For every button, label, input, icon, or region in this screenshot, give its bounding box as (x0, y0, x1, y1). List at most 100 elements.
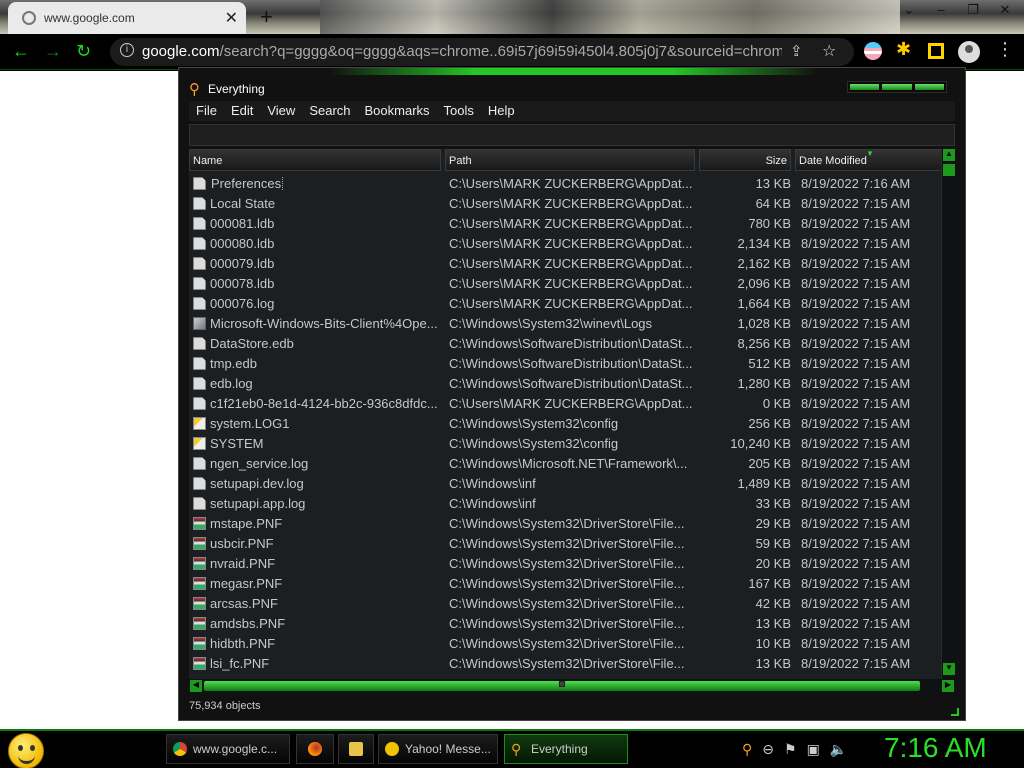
file-date-modified: 8/19/2022 7:15 AM (801, 316, 941, 331)
network-icon[interactable]: ▣ (807, 741, 820, 758)
new-tab-button[interactable]: + (260, 4, 273, 30)
table-row[interactable]: Preferences C:\Users\MARK ZUCKERBERG\AppD… (189, 173, 941, 193)
file-path: C:\Windows\System32\DriverStore\File... (449, 556, 697, 571)
table-row[interactable]: lsi_fc.PNF C:\Windows\System32\DriverStor… (189, 653, 941, 673)
file-size: 13 KB (699, 616, 791, 631)
scroll-right-button[interactable]: ▶ (942, 680, 954, 692)
forward-button[interactable]: → (44, 41, 62, 62)
file-size-text: 512 KB (748, 356, 791, 371)
table-row[interactable]: 000081.ldb C:\Users\MARK ZUCKERBERG\AppDa… (189, 213, 941, 233)
side-panel-icon[interactable] (928, 43, 944, 59)
maximize-button[interactable] (882, 84, 912, 90)
start-button-smiley-icon[interactable] (8, 733, 44, 768)
horizontal-scrollbar[interactable]: ◀ ▶ (189, 679, 955, 693)
url-text[interactable]: google.com/search?q=gggg&oq=gggg&aqs=chr… (142, 43, 782, 60)
taskbar-item-chrome[interactable]: www.google.c... (166, 734, 290, 764)
table-row[interactable]: megasr.PNF C:\Windows\System32\DriverStor… (189, 573, 941, 593)
yahoo-smiley-icon (385, 742, 399, 756)
column-header-path[interactable]: Path (445, 149, 695, 171)
pnf-file-icon (193, 597, 206, 610)
column-header-date-modified[interactable]: Date Modified ▼ (795, 149, 943, 171)
table-row[interactable]: SYSTEM C:\Windows\System32\config 10,240 K… (189, 433, 941, 453)
bookmark-star-icon[interactable]: ☆ (822, 41, 836, 61)
scroll-down-button[interactable]: ▼ (943, 663, 955, 675)
file-name-text: mstape.PNF (210, 516, 283, 531)
table-row[interactable]: system.LOG1 C:\Windows\System32\config 256… (189, 413, 941, 433)
reload-button[interactable]: ↻ (76, 41, 91, 62)
vertical-scroll-thumb[interactable] (943, 164, 955, 176)
minimize-button[interactable]: – (930, 2, 952, 18)
volume-icon[interactable]: 🔈 (830, 741, 847, 758)
table-row[interactable]: c1f21eb0-8e1d-4124-bb2c-936c8dfdc... C:\U… (189, 393, 941, 413)
browser-tab[interactable]: www.google.com ✕ (8, 2, 246, 34)
table-row[interactable]: 000080.ldb C:\Users\MARK ZUCKERBERG\AppDa… (189, 233, 941, 253)
menu-help[interactable]: Help (481, 101, 522, 121)
profile-avatar-icon[interactable] (958, 41, 980, 63)
table-row[interactable]: Local State C:\Users\MARK ZUCKERBERG\AppD… (189, 193, 941, 213)
table-row[interactable]: 000076.log C:\Users\MARK ZUCKERBERG\AppDa… (189, 293, 941, 313)
table-row[interactable]: amdsbs.PNF C:\Windows\System32\DriverStor… (189, 613, 941, 633)
table-row[interactable]: mstape.PNF C:\Windows\System32\DriverStor… (189, 513, 941, 533)
taskbar-item-explorer[interactable] (338, 734, 374, 764)
file-size: 1,489 KB (699, 476, 792, 491)
browser-menu-icon[interactable]: ⋮ (996, 39, 1014, 59)
table-row[interactable]: edb.log C:\Windows\SoftwareDistribution\D… (189, 373, 941, 393)
back-button[interactable]: ← (12, 41, 30, 62)
extension-flag-icon[interactable] (864, 42, 882, 60)
table-row[interactable]: DataStore.edb C:\Windows\SoftwareDistribu… (189, 333, 941, 353)
everything-tray-icon[interactable]: ⚲ (742, 741, 752, 758)
menu-search[interactable]: Search (302, 101, 357, 121)
table-row[interactable]: tmp.edb C:\Windows\SoftwareDistribution\D… (189, 353, 941, 373)
search-input[interactable] (189, 124, 955, 146)
file-date-modified: 8/19/2022 7:15 AM (801, 436, 941, 451)
taskbar-clock[interactable]: 7:16 AM (884, 732, 987, 764)
url-path: /search?q=gggg&oq=gggg&aqs=chrome..69i57… (219, 43, 782, 60)
vertical-scrollbar[interactable]: ▲ ▼ (941, 149, 955, 679)
taskbar-item-everything[interactable]: ⚲ Everything (504, 734, 628, 764)
table-row[interactable]: ngen_service.log C:\Windows\Microsoft.NET… (189, 453, 941, 473)
file-date-modified: 8/19/2022 7:16 AM (801, 176, 941, 191)
file-path: C:\Users\MARK ZUCKERBERG\AppDat... (449, 276, 697, 291)
table-row[interactable]: 000078.ldb C:\Users\MARK ZUCKERBERG\AppDa… (189, 273, 941, 293)
taskbar-item-yahoo-messenger[interactable]: Yahoo! Messe... (378, 734, 498, 764)
table-row[interactable]: arcsas.PNF C:\Windows\System32\DriverStor… (189, 593, 941, 613)
table-row[interactable]: setupapi.app.log C:\Windows\inf 33 KB 8/19/… (189, 493, 941, 513)
share-icon[interactable]: ⇪ (790, 42, 803, 60)
menu-file[interactable]: File (189, 101, 224, 121)
menu-bookmarks[interactable]: Bookmarks (358, 101, 437, 121)
file-size-text: 13 KB (755, 176, 791, 191)
address-bar[interactable]: i google.com/search?q=gggg&oq=gggg&aqs=c… (110, 38, 854, 66)
action-center-flag-icon[interactable]: ⚑ (784, 741, 797, 758)
minimize-button[interactable] (850, 84, 880, 90)
file-name-text: nvraid.PNF (210, 556, 276, 571)
menu-edit[interactable]: Edit (224, 101, 260, 121)
scroll-left-button[interactable]: ◀ (190, 680, 202, 692)
table-row[interactable]: setupapi.dev.log C:\Windows\inf 1,489 KB 8/… (189, 473, 941, 493)
table-row[interactable]: Microsoft-Windows-Bits-Client%4Ope... C:\… (189, 313, 941, 333)
close-tab-icon[interactable]: ✕ (225, 8, 238, 28)
file-name-text: SYSTEM (210, 436, 264, 451)
menu-view[interactable]: View (260, 101, 302, 121)
extensions-puzzle-icon[interactable]: ✱ (896, 39, 914, 59)
file-path-text: C:\Users\MARK ZUCKERBERG\AppDat... (449, 236, 693, 251)
column-header-size[interactable]: Size (699, 149, 791, 171)
scroll-up-button[interactable]: ▲ (943, 149, 955, 161)
table-row[interactable]: 000079.ldb C:\Users\MARK ZUCKERBERG\AppDa… (189, 253, 941, 273)
restore-button[interactable]: ❐ (962, 2, 984, 18)
messenger-tray-icon[interactable]: ⊖ (762, 741, 774, 758)
site-info-icon[interactable]: i (120, 43, 134, 57)
column-header-name[interactable]: Name (189, 149, 441, 171)
taskbar-item-firefox[interactable] (296, 734, 334, 764)
file-name-text: system.LOG1 (210, 416, 290, 431)
table-row[interactable]: nvraid.PNF C:\Windows\System32\DriverStor… (189, 553, 941, 573)
table-row[interactable]: usbcir.PNF C:\Windows\System32\DriverStor… (189, 533, 941, 553)
file-date-modified: 8/19/2022 7:15 AM (801, 596, 941, 611)
close-window-button[interactable]: ✕ (994, 2, 1016, 18)
menu-tools[interactable]: Tools (437, 101, 481, 121)
file-date-modified: 8/19/2022 7:15 AM (801, 636, 941, 651)
resize-grip-icon[interactable] (951, 708, 959, 716)
file-date-modified-text: 8/19/2022 7:15 AM (801, 556, 911, 571)
tab-search-icon[interactable]: ⌄ (898, 2, 920, 18)
close-button[interactable] (914, 84, 944, 90)
table-row[interactable]: hidbth.PNF C:\Windows\System32\DriverStor… (189, 633, 941, 653)
